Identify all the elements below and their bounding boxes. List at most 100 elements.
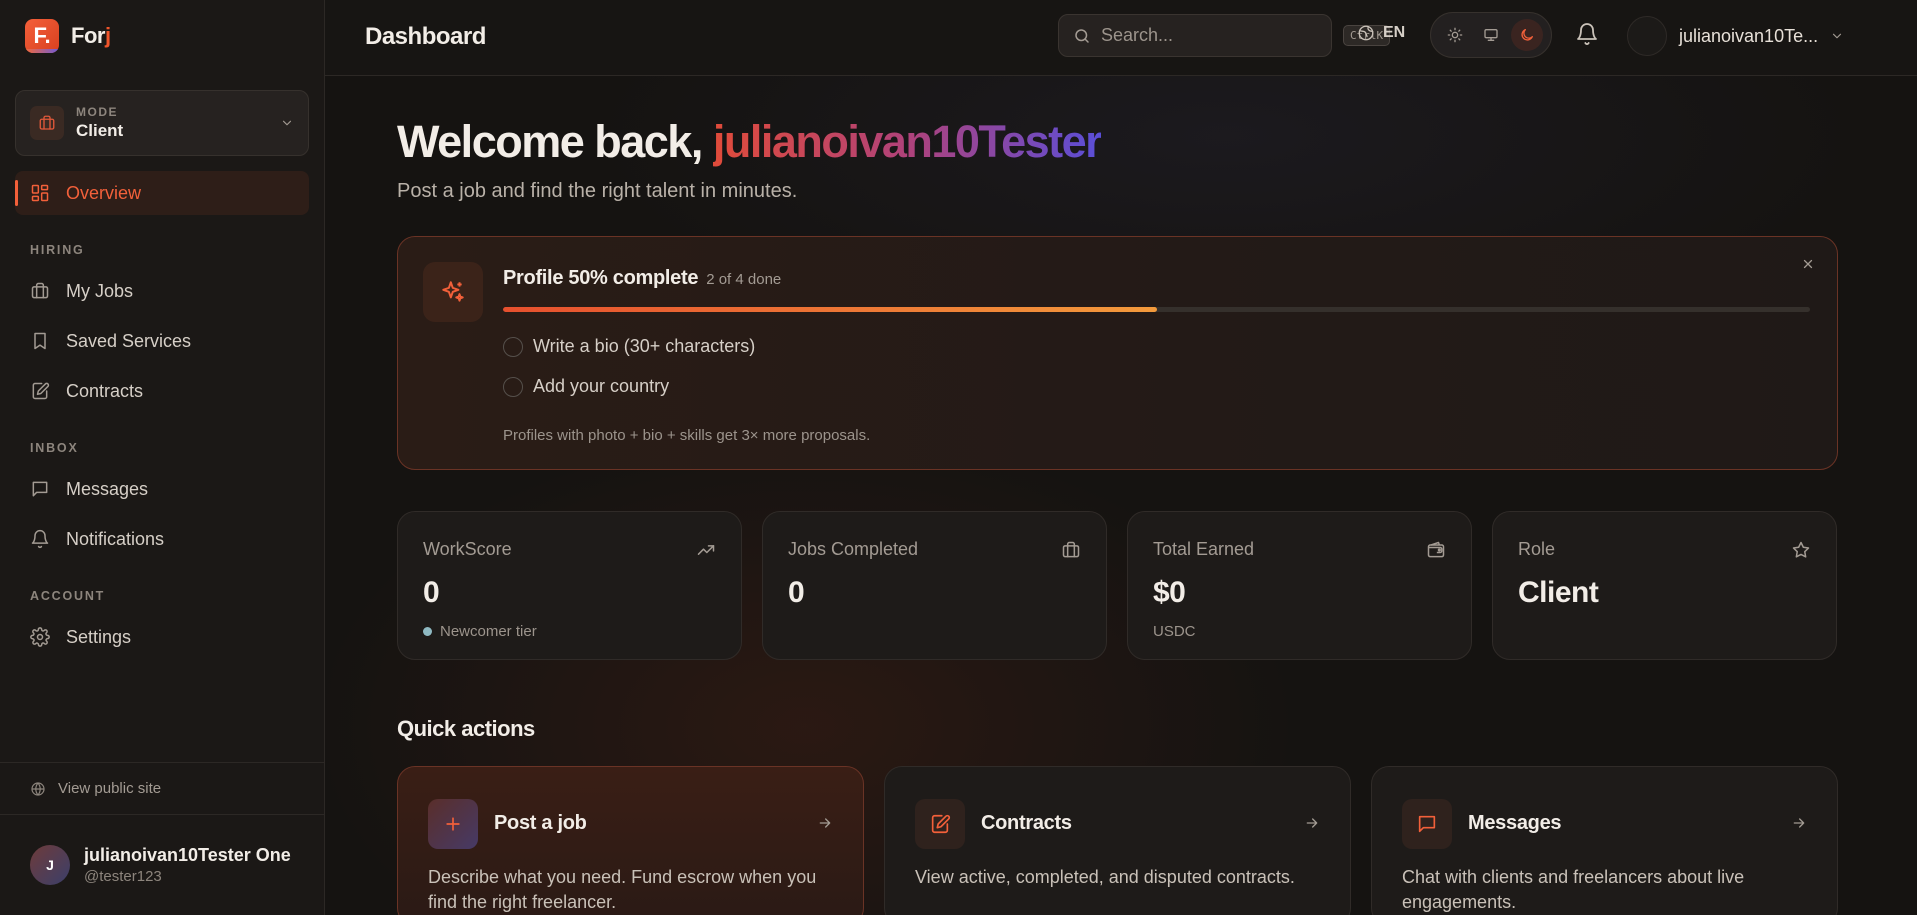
mode-switcher[interactable]: MODE Client [15,90,309,156]
sidebar-item-notifications[interactable]: Notifications [15,517,309,561]
message-icon [1402,799,1452,849]
stat-sub: USDC [1153,623,1196,640]
notifications-button[interactable] [1575,22,1599,46]
theme-light-button[interactable] [1439,19,1471,51]
checklist-item-bio[interactable]: Write a bio (30+ characters) [503,336,755,357]
user-menu[interactable]: julianoivan10Te... [1627,16,1844,56]
language-switcher[interactable]: EN [1357,24,1405,42]
stat-sub: Newcomer tier [423,623,537,640]
gear-icon [30,627,50,647]
profile-hint: Profiles with photo + bio + skills get 3… [503,427,871,444]
edit-document-icon [30,381,50,401]
globe-icon [1357,24,1375,42]
bell-icon [1575,22,1599,46]
mode-value: Client [76,121,124,140]
sidebar-user-profile[interactable]: J julianoivan10Tester One @tester123 [0,814,324,915]
brand-name-accent: j [104,23,111,48]
sidebar-item-settings[interactable]: Settings [15,615,309,659]
nav-section-account: ACCOUNT [30,589,106,603]
stat-sub-label: USDC [1153,623,1196,640]
star-icon [1791,540,1811,560]
action-description: Describe what you need. Fund escrow when… [428,867,817,912]
nav-section-inbox: INBOX [30,441,79,455]
bookmark-icon [30,331,50,351]
brand-logo-icon: F. [25,19,59,53]
chevron-down-icon [280,116,294,130]
trending-up-icon [696,540,716,560]
welcome-heading: Welcome back, julianoivan10Tester [397,116,1103,168]
theme-system-button[interactable] [1475,19,1507,51]
main-content: Welcome back, julianoivan10Tester Post a… [325,76,1917,915]
sidebar-item-label: Contracts [66,380,144,401]
action-description: View active, completed, and disputed con… [915,867,1295,887]
sidebar-item-contracts[interactable]: Contracts [15,369,309,413]
stat-label: Jobs Completed [788,539,919,559]
monitor-icon [1483,27,1499,43]
nav-section-hiring: HIRING [30,243,85,257]
grid-icon [30,183,50,203]
stat-card-total-earned: Total Earned $0 USDC [1127,511,1472,660]
plus-icon [428,799,478,849]
brand-name: Forj [71,23,111,49]
theme-dark-button[interactable] [1511,19,1543,51]
chevron-down-icon [1830,29,1844,43]
search-input[interactable] [1101,25,1333,46]
quick-action-contracts[interactable]: Contracts View active, completed, and di… [884,766,1351,915]
stat-sub-label: Newcomer tier [440,623,537,640]
arrow-right-icon [1791,815,1807,831]
page-title: Dashboard [365,23,486,50]
bell-icon [30,529,50,549]
sidebar-item-label: Messages [66,478,149,499]
checklist-item-label: Add your country [533,376,670,396]
wallet-icon [1426,540,1446,560]
stat-value: Client [1518,576,1599,609]
search-icon [1073,27,1091,45]
quick-action-messages[interactable]: Messages Chat with clients and freelance… [1371,766,1838,915]
action-title: Contracts [981,812,1072,834]
sidebar-item-label: Settings [66,626,132,647]
arrow-right-icon [1304,815,1320,831]
sparkles-icon [423,262,483,322]
brand-name-main: For [71,23,105,48]
welcome-prefix: Welcome back, [397,116,713,167]
stat-value: 0 [423,576,440,609]
profile-completion-card: Profile 50% complete 2 of 4 done Write a … [397,236,1838,470]
user-full-name: julianoivan10Tester One [84,845,291,865]
stat-label: Total Earned [1153,539,1255,559]
view-public-site-link[interactable]: View public site [0,762,324,814]
theme-switcher [1430,12,1552,58]
sidebar-item-messages[interactable]: Messages [15,467,309,511]
briefcase-icon [30,106,64,140]
brand-logo-letter: F. [33,23,51,48]
search-box[interactable]: CtrlK [1058,14,1391,57]
quick-actions-title: Quick actions [397,716,535,741]
sidebar-item-label: My Jobs [66,280,134,301]
edit-document-icon [915,799,965,849]
arrow-right-icon [817,815,833,831]
sidebar-item-overview[interactable]: Overview [15,171,309,215]
sidebar-item-label: Saved Services [66,330,192,351]
stat-label: Role [1518,539,1556,559]
stat-card-workscore: WorkScore 0 Newcomer tier [397,511,742,660]
profile-completion-title: Profile 50% complete 2 of 4 done [503,267,781,290]
quick-action-post-job[interactable]: Post a job Describe what you need. Fund … [397,766,864,915]
globe-icon [30,781,46,797]
profile-progress-fill [503,307,1157,312]
checkbox-circle-icon [503,336,523,357]
welcome-subtitle: Post a job and find the right talent in … [397,180,798,202]
avatar [1627,16,1667,56]
close-button[interactable] [1801,257,1815,271]
stat-card-role: Role Client [1492,511,1837,660]
user-handle: @tester123 [84,868,162,885]
profile-progress-bar [503,307,1810,312]
brand[interactable]: F. Forj [25,19,111,53]
profile-title-text: Profile 50% complete [503,267,699,289]
checkbox-circle-icon [503,376,523,397]
profile-count: 2 of 4 done [706,271,782,288]
sun-icon [1447,27,1463,43]
checklist-item-country[interactable]: Add your country [503,376,669,397]
sidebar-item-my-jobs[interactable]: My Jobs [15,269,309,313]
action-title: Post a job [494,812,587,834]
sidebar-item-saved-services[interactable]: Saved Services [15,319,309,363]
status-dot-icon [423,627,432,636]
